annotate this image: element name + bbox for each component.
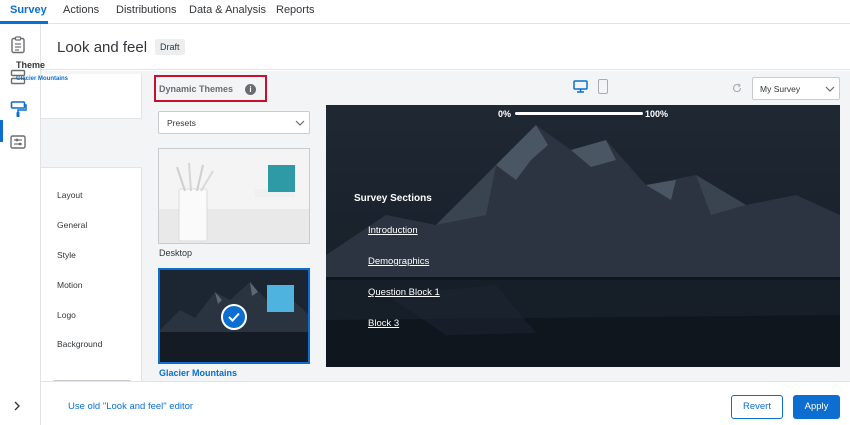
progress-bar [515,112,643,115]
dynamic-themes-heading: Dynamic Themes [159,84,234,94]
chevron-down-icon [295,120,305,126]
theme-card-desktop-label: Desktop [159,248,193,258]
settings-item-general[interactable]: General [57,220,87,230]
progress-end-label: 100% [645,109,669,119]
selected-check-badge [221,304,247,330]
progress-start-label: 0% [498,109,512,119]
refresh-icon[interactable] [732,83,742,93]
theme-card-glacier-label: Glacier Mountains [159,368,238,378]
theme-value: Glacier Mountains [16,76,69,82]
preset-dropdown-value: Presets [167,118,196,128]
mobile-icon[interactable] [598,79,608,94]
left-rail [0,24,41,425]
page-title: Look and feel [57,39,148,56]
settings-item-theme[interactable] [41,120,143,172]
tab-distributions[interactable]: Distributions [116,4,177,16]
top-nav: Survey Actions Distributions Data & Anal… [0,0,850,24]
rail-active-indicator [0,120,3,142]
desktop-theme-swatch [268,165,295,192]
survey-select-value: My Survey [760,84,801,94]
chevron-right-icon[interactable] [12,400,22,412]
tab-data-analysis[interactable]: Data & Analysis [189,4,266,16]
theme-label: Theme [16,60,46,70]
section-link-demographics[interactable]: Demographics [368,256,429,267]
chevron-down-icon [825,86,835,92]
tab-actions[interactable]: Actions [63,4,99,16]
info-icon[interactable]: i [245,84,256,95]
glacier-theme-swatch [267,285,294,312]
section-link-introduction[interactable]: Introduction [368,225,418,236]
settings-item-logo[interactable]: Logo [57,310,76,320]
old-editor-link[interactable]: Use old "Look and feel" editor [68,401,193,412]
desktop-theme-thumbnail [159,149,309,243]
desktop-icon[interactable] [573,80,588,93]
preset-dropdown[interactable]: Presets [158,111,310,134]
survey-select-dropdown[interactable]: My Survey [752,77,840,100]
settings-item-style[interactable]: Style [57,250,76,260]
survey-preview [326,105,840,367]
apply-button[interactable]: Apply [793,395,840,419]
settings-item-layout[interactable]: Layout [57,190,83,200]
settings-item-background[interactable]: Background [57,339,102,349]
status-badge: Draft [155,39,185,55]
tab-reports[interactable]: Reports [276,4,315,16]
survey-sections-title: Survey Sections [354,193,432,204]
tab-survey[interactable]: Survey [10,4,47,16]
settings-item-motion[interactable]: Motion [57,280,83,290]
theme-card-desktop[interactable] [158,148,310,244]
page-header: Look and feel Draft [41,24,850,70]
checkmark-icon [228,312,240,322]
section-link-question-block-1[interactable]: Question Block 1 [368,287,440,298]
survey-options-icon[interactable] [9,133,27,151]
preview-background-image [326,105,840,367]
look-and-feel-icon[interactable] [9,100,27,118]
survey-icon[interactable] [9,36,27,54]
revert-button[interactable]: Revert [731,395,783,419]
section-link-block-3[interactable]: Block 3 [368,318,399,329]
